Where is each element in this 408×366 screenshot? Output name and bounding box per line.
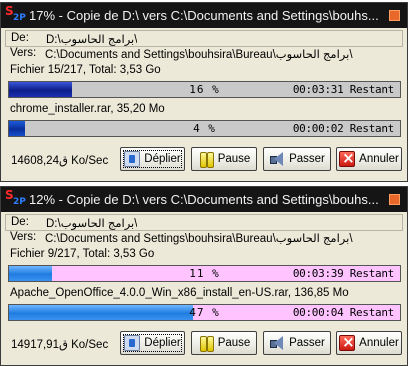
current-file-name: chrome_installer.rar, 35,20 Mo: [10, 103, 165, 115]
close-icon[interactable]: [389, 194, 400, 205]
pause-label: Pause: [217, 153, 251, 165]
app-icon[interactable]: S 2P: [4, 4, 26, 24]
to-path: C:\Documents and Settings\bouhsira\Burea…: [45, 233, 353, 245]
from-label: De:: [11, 216, 29, 228]
close-icon[interactable]: [389, 10, 400, 21]
app-icon[interactable]: S 2P: [4, 188, 26, 208]
window-body: De: D:\برامج الحاسوب\ Vers: C:\Documents…: [5, 30, 403, 178]
to-path: C:\Documents and Settings\bouhsira\Burea…: [45, 49, 353, 61]
cancel-icon: [339, 333, 356, 351]
current-file-name: Apache_OpenOffice_4.0.0_Win_x86_install_…: [10, 287, 349, 299]
pause-button[interactable]: Pause: [191, 147, 257, 171]
file-count-info: Fichier 15/217, Total: 3,53 Go: [10, 64, 161, 76]
app-icon-sub: 2P: [13, 197, 26, 207]
window-title: 17% - Copie de D:\ vers C:\Documents and…: [29, 8, 379, 23]
file-progress-bar: 47 % 00:00:04 Restant: [8, 304, 401, 321]
pause-icon: [198, 335, 214, 352]
unfold-label: Déplier: [144, 153, 181, 165]
transfer-speed: 14ق917,91 Ko/Sec: [11, 339, 109, 351]
cancel-label: Annuler: [359, 153, 399, 165]
copy-window-1: S 2P 17% - Copie de D:\ vers C:\Document…: [0, 2, 408, 182]
cancel-label: Annuler: [359, 337, 399, 349]
title-bar[interactable]: S 2P 12% - Copie de D:\ vers C:\Document…: [1, 187, 407, 212]
unfold-icon: [124, 335, 141, 351]
speaker-skip-icon: [269, 151, 285, 167]
cancel-button[interactable]: Annuler: [336, 331, 402, 355]
path-box: De: D:\برامج الحاسوب\: [5, 30, 403, 47]
app-icon-sub: 2P: [13, 13, 26, 23]
to-label: Vers:: [10, 231, 37, 243]
file-time-remaining: 00:00:02 Restant: [292, 122, 394, 135]
unfold-icon: [124, 151, 141, 167]
skip-button[interactable]: Passer: [263, 147, 331, 171]
skip-label: Passer: [289, 337, 325, 349]
from-path: D:\برامج الحاسوب\: [46, 34, 138, 46]
unfold-label: Déplier: [144, 337, 181, 349]
window-title: 12% - Copie de D:\ vers C:\Documents and…: [29, 192, 379, 207]
cancel-icon: [339, 149, 356, 167]
total-time-remaining: 00:03:31 Restant: [292, 83, 394, 96]
path-box: De: D:\برامج الحاسوب\: [5, 214, 403, 231]
file-progress-bar: 4 % 00:00:02 Restant: [8, 120, 401, 137]
total-time-remaining: 00:03:39 Restant: [292, 267, 394, 280]
cancel-button[interactable]: Annuler: [336, 147, 402, 171]
pause-label: Pause: [217, 337, 251, 349]
window-body: De: D:\برامج الحاسوب\ Vers: C:\Documents…: [5, 214, 403, 362]
from-path: D:\برامج الحاسوب\: [46, 218, 138, 230]
pause-icon: [198, 151, 214, 168]
title-bar[interactable]: S 2P 17% - Copie de D:\ vers C:\Document…: [1, 3, 407, 28]
file-count-info: Fichier 9/217, Total: 3,53 Go: [10, 248, 155, 260]
skip-label: Passer: [289, 153, 325, 165]
to-label: Vers:: [10, 47, 37, 59]
total-progress-bar: 16 % 00:03:31 Restant: [8, 81, 401, 98]
file-time-remaining: 00:00:04 Restant: [292, 306, 394, 319]
unfold-button[interactable]: Déplier: [120, 147, 185, 171]
skip-button[interactable]: Passer: [263, 331, 331, 355]
unfold-button[interactable]: Déplier: [120, 331, 185, 355]
copy-window-2: S 2P 12% - Copie de D:\ vers C:\Document…: [0, 186, 408, 366]
total-progress-bar: 11 % 00:03:39 Restant: [8, 265, 401, 282]
from-label: De:: [11, 32, 29, 44]
speaker-skip-icon: [269, 335, 285, 351]
pause-button[interactable]: Pause: [191, 331, 257, 355]
transfer-speed: 14ق608,24 Ko/Sec: [11, 155, 109, 167]
